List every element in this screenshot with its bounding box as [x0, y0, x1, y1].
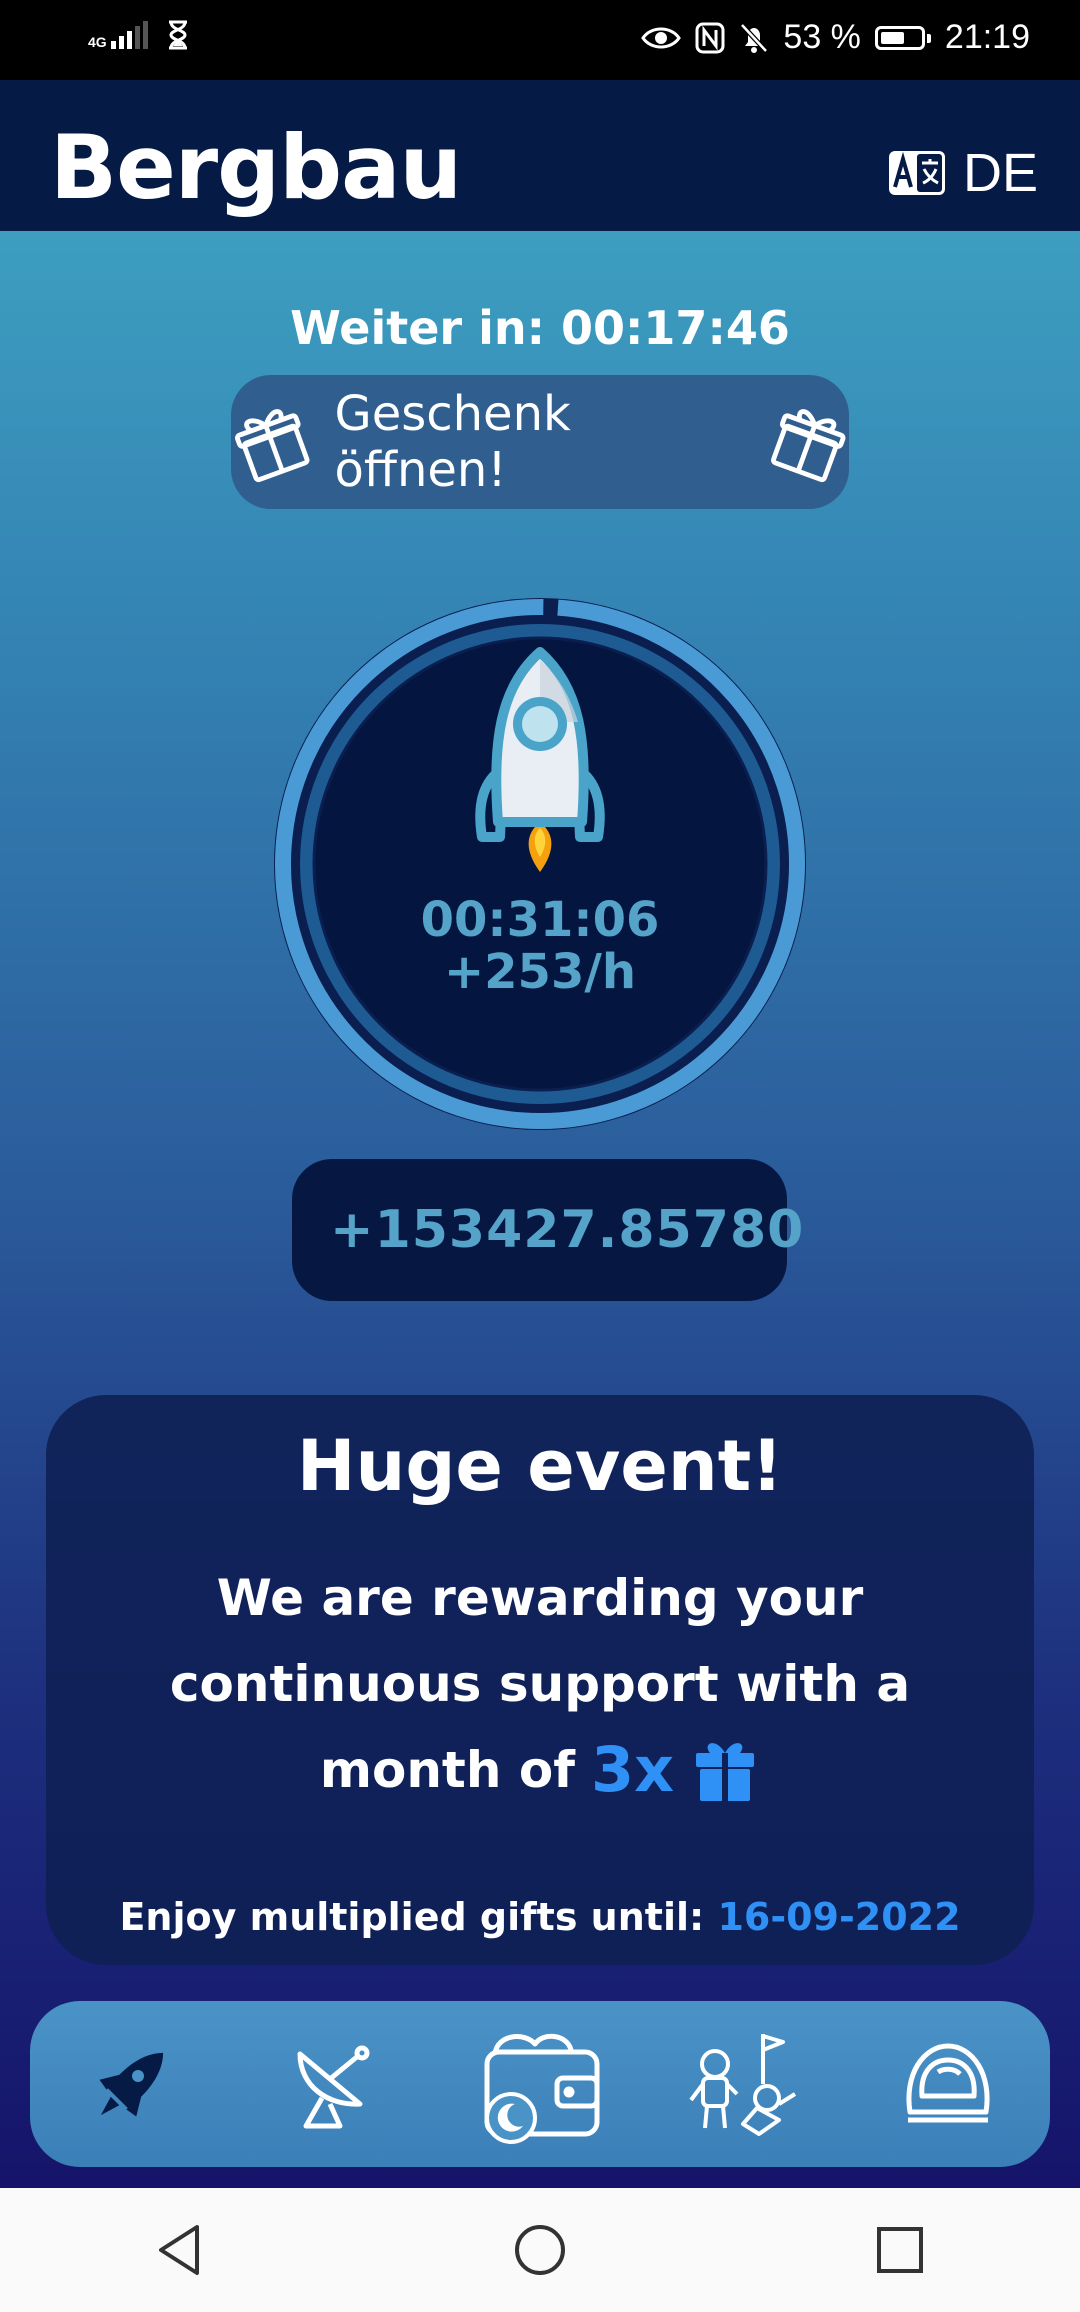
rocket-tab[interactable]: [62, 2014, 202, 2154]
event-title: Huge event!: [296, 1425, 784, 1507]
event-end-date: 16-09-2022: [717, 1895, 961, 1939]
app-header: Bergbau DE: [0, 80, 1080, 231]
satellite-tab[interactable]: [266, 2014, 406, 2154]
recents-icon: [877, 2227, 923, 2273]
nfc-icon: [695, 22, 725, 53]
rocket-icon: [475, 647, 605, 872]
event-footer: Enjoy multiplied gifts until: 16-09-2022: [46, 1895, 1034, 1939]
language-label: DE: [962, 143, 1038, 203]
event-line-2: continuous support with a: [169, 1655, 911, 1713]
home-icon: [515, 2225, 565, 2275]
status-right: 53 % 21:19: [641, 18, 1030, 57]
page-title: Bergbau: [50, 116, 462, 219]
open-gift-button[interactable]: Geschenk öffnen!: [231, 375, 849, 509]
battery-percent: 53 %: [783, 18, 861, 56]
recents-button[interactable]: [840, 2188, 960, 2312]
event-line-1: We are rewarding your: [216, 1569, 864, 1627]
hourglass-icon: [168, 20, 187, 50]
language-selector[interactable]: DE: [887, 146, 1038, 200]
gift-icon: [234, 409, 310, 483]
wallet-tab[interactable]: [470, 2014, 610, 2154]
open-gift-label: Geschenk öffnen!: [334, 386, 571, 498]
balance-display: +153427.85780: [292, 1159, 803, 1301]
system-navigation-bar: [0, 2188, 1080, 2312]
rocket-icon: [99, 2052, 164, 2117]
home-button[interactable]: [480, 2188, 600, 2312]
helmet-icon: [906, 2043, 990, 2123]
mining-rate: +253/h: [443, 944, 637, 1000]
satellite-dish-icon: [297, 2045, 370, 2129]
event-line-3-prefix: month of: [319, 1741, 575, 1799]
bell-off-icon: [740, 22, 769, 53]
event-card: Huge event! We are rewarding your contin…: [46, 1395, 1034, 1965]
back-icon: [159, 2225, 199, 2275]
balance-value: +153427.85780: [330, 1200, 805, 1260]
signal-icon: [110, 21, 148, 49]
eye-icon: [641, 27, 682, 48]
event-message: We are rewarding your continuous support…: [46, 1555, 1034, 1813]
gift-icon: [696, 1743, 755, 1801]
status-left: 4G: [88, 20, 190, 50]
battery-icon: [874, 25, 931, 50]
bottom-tab-bar: [30, 2001, 1050, 2167]
network-type: 4G: [88, 34, 107, 50]
gift-icon: [770, 409, 846, 483]
event-multiplier: 3x: [590, 1733, 675, 1806]
network-indicator: 4G: [88, 21, 148, 49]
mining-progress-ring[interactable]: 00:31:06 +253/h: [270, 594, 810, 1134]
translate-icon: [888, 151, 945, 195]
helmet-tab[interactable]: [878, 2014, 1018, 2154]
astronauts-tab[interactable]: [674, 2014, 814, 2154]
wallet-icon: [484, 2033, 600, 2144]
astronauts-icon: [689, 2034, 797, 2136]
event-line-3: month of 3x: [46, 1727, 1034, 1813]
clock: 21:19: [944, 18, 1030, 56]
status-bar: 4G 53 % 21:19: [0, 0, 1080, 80]
event-footer-prefix: Enjoy multiplied gifts until:: [119, 1895, 705, 1939]
main-content: Weiter in: 00:17:46 Geschenk öffnen! 00:…: [0, 231, 1080, 2188]
back-button[interactable]: [120, 2188, 240, 2312]
mining-elapsed: 00:31:06: [420, 892, 660, 948]
next-gift-timer: Weiter in: 00:17:46: [290, 301, 790, 355]
